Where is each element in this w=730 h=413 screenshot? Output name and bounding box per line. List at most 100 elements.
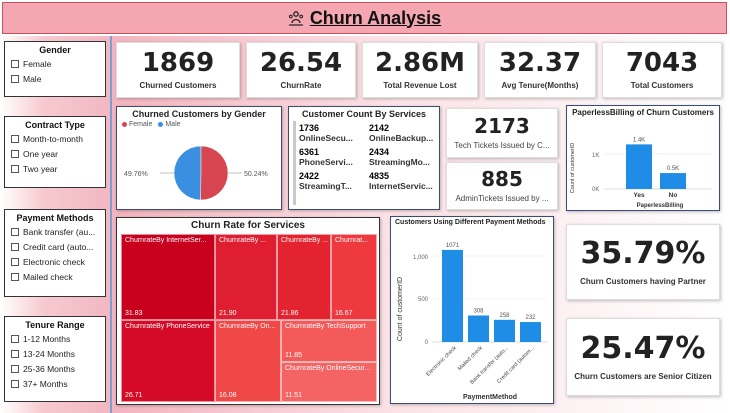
kpi-value: 1869 xyxy=(141,48,215,78)
treemap-cell-online-security[interactable]: ChurnrateBy OnlineSecur... 11.51 xyxy=(281,362,377,402)
data-label-female: 50.24% xyxy=(244,171,268,178)
slicer-option-25-36[interactable]: 25-36 Months xyxy=(11,364,99,374)
slicer-option-male[interactable]: Male xyxy=(11,74,99,84)
treemap-cell-tech-support[interactable]: ChurnrateBy TechSupport 11.85 xyxy=(281,320,377,362)
slicer-option-month-to-month[interactable]: Month-to-month xyxy=(11,134,99,144)
kpi-card-avg-tenure[interactable]: 32.37 Avg Tenure(Months) xyxy=(484,42,596,98)
services-card[interactable]: Customer Count By Services 1736 OnlineSec… xyxy=(288,106,440,210)
kpi-value: 885 xyxy=(481,167,523,191)
checkbox[interactable] xyxy=(11,135,19,143)
senior-stat-card[interactable]: 25.47% Churn Customers are Senior Citize… xyxy=(566,318,720,396)
checkbox[interactable] xyxy=(11,273,19,281)
chart-title: PaperlessBilling of Churn Customers xyxy=(572,108,714,117)
bar-yes[interactable] xyxy=(626,144,652,189)
chart-title: Churned Customers by Gender xyxy=(132,109,266,119)
slicer-option-female[interactable]: Female xyxy=(11,59,99,69)
admin-tickets-card[interactable]: 885 AdminTickets Issued by ... xyxy=(446,162,558,210)
x-tick-label: Yes xyxy=(633,192,645,199)
bar-payment-method[interactable] xyxy=(468,315,489,342)
x-axis-label: PaperlessBilling xyxy=(637,203,684,209)
stat-value: 25.47% xyxy=(580,330,706,366)
gender-pie-chart: 49.76% 50.24% xyxy=(124,145,268,201)
checkbox[interactable] xyxy=(11,75,19,83)
kpi-value: 2.86M xyxy=(374,48,466,78)
slicer-option-13-24[interactable]: 13-24 Months xyxy=(11,349,99,359)
treemap-cell-phone-service[interactable]: ChurnrateBy PhoneService 26.71 xyxy=(121,320,215,402)
slicer-option-two-year[interactable]: Two year xyxy=(11,164,99,174)
x-tick-label: No xyxy=(669,192,678,199)
stat-value: 35.79% xyxy=(580,235,706,271)
stat-label: Churn Customers having Partner xyxy=(580,276,706,286)
x-tick-label: Electronic check xyxy=(425,345,458,378)
slicer-option-credit-card[interactable]: Credit card (auto... xyxy=(11,242,99,252)
legend-item-male: Male xyxy=(158,121,181,128)
payment-chart: Count of customerID 1,000 500 0 1071 Elec… xyxy=(397,243,548,401)
scroll-track[interactable] xyxy=(293,121,296,205)
bar-no[interactable] xyxy=(660,173,686,189)
data-label: 0.5K xyxy=(667,166,679,172)
bar-payment-method[interactable] xyxy=(520,322,541,342)
checkbox[interactable] xyxy=(11,228,19,236)
checkbox[interactable] xyxy=(11,350,19,358)
kpi-label: Total Customers xyxy=(630,81,694,90)
team-icon xyxy=(288,11,303,26)
service-item: 1736 OnlineSecu... xyxy=(299,123,353,143)
treemap-card[interactable]: Churn Rate for Services ChurnrateBy Inte… xyxy=(116,217,380,405)
treemap-cell-service-2[interactable]: ChurnrateBy ... 21.90 xyxy=(215,234,277,320)
slicer-option-one-year[interactable]: One year xyxy=(11,149,99,159)
slicer-option-37-plus[interactable]: 37+ Months xyxy=(11,379,99,389)
checkbox[interactable] xyxy=(11,60,19,68)
payment-chart-card[interactable]: Customers Using Different Payment Method… xyxy=(390,216,554,404)
kpi-card-revenue-lost[interactable]: 2.86M Total Revenue Lost xyxy=(362,42,478,98)
kpi-card-churned-customers[interactable]: 1869 Churned Customers xyxy=(116,42,240,98)
tech-tickets-card[interactable]: 2173 Tech Tickets Issued by C... xyxy=(446,108,558,158)
page-title-wrap: Churn Analysis xyxy=(288,8,441,29)
kpi-label: Churned Customers xyxy=(139,81,217,90)
treemap-cell-service-4[interactable]: Churnrat... 16.67 xyxy=(331,234,377,320)
kpi-label: ChurnRate xyxy=(280,81,322,90)
slicer-header: Gender xyxy=(39,45,71,55)
chart-title: Churn Rate for Services xyxy=(191,220,305,231)
contract-slicer: Contract Type Month-to-month One year Tw… xyxy=(4,116,106,188)
checkbox[interactable] xyxy=(11,243,19,251)
gender-pie-card[interactable]: Churned Customers by Gender Female Male … xyxy=(116,106,282,210)
slicer-option-mailed-check[interactable]: Mailed check xyxy=(11,272,99,282)
checkbox[interactable] xyxy=(11,365,19,373)
data-label: 258 xyxy=(499,313,510,319)
slicer-option-1-12[interactable]: 1-12 Months xyxy=(11,334,99,344)
chart-title: Customer Count By Services xyxy=(301,109,427,119)
partner-stat-card[interactable]: 35.79% Churn Customers having Partner xyxy=(566,224,720,300)
slicer-option-bank-transfer[interactable]: Bank transfer (au... xyxy=(11,227,99,237)
kpi-label: Avg Tenure(Months) xyxy=(501,81,579,90)
treemap-cell-service-3[interactable]: ChurnrateBy ... 21.86 xyxy=(277,234,331,320)
payment-bars: 1071Electronic check308Mailed check258Ba… xyxy=(425,243,541,386)
checkbox[interactable] xyxy=(11,165,19,173)
bar-payment-method[interactable] xyxy=(494,319,515,342)
services-grid: 1736 OnlineSecu... 2142 OnlineBackup... 63… xyxy=(289,119,439,191)
pie-slice-male[interactable] xyxy=(173,145,202,201)
x-tick-label: Mailed check xyxy=(457,345,484,372)
kpi-label: Tech Tickets Issued by C... xyxy=(454,141,550,150)
data-label-male: 49.76% xyxy=(124,171,148,178)
checkbox[interactable] xyxy=(11,150,19,158)
kpi-card-total-customers[interactable]: 7043 Total Customers xyxy=(602,42,722,98)
stat-label: Churn Customers are Senior Citizen xyxy=(574,371,712,381)
kpi-value: 7043 xyxy=(625,48,699,78)
data-label: 308 xyxy=(473,309,484,315)
slicer-option-electronic-check[interactable]: Electronic check xyxy=(11,257,99,267)
legend-dot xyxy=(158,122,164,127)
y-tick-label: 0 xyxy=(425,340,429,346)
checkbox[interactable] xyxy=(11,380,19,388)
pie-slice-female[interactable] xyxy=(200,145,229,201)
bar-payment-method[interactable] xyxy=(442,249,463,342)
page-title: Churn Analysis xyxy=(309,7,442,28)
treemap-cell-internet-service[interactable]: ChurnrateBy InternetSer... 31.83 xyxy=(121,234,215,320)
checkbox[interactable] xyxy=(11,335,19,343)
gender-slicer: Gender Female Male xyxy=(4,41,106,97)
checkbox[interactable] xyxy=(11,258,19,266)
legend-dot xyxy=(122,122,127,127)
treemap-cell-online-service[interactable]: ChurnrateBy On... 16.08 xyxy=(215,320,281,402)
kpi-card-churn-rate[interactable]: 26.54 ChurnRate xyxy=(246,42,356,98)
paperless-chart-card[interactable]: PaperlessBilling of Churn Customers Coun… xyxy=(566,105,720,211)
service-item: 6361 PhoneServi... xyxy=(299,147,353,167)
